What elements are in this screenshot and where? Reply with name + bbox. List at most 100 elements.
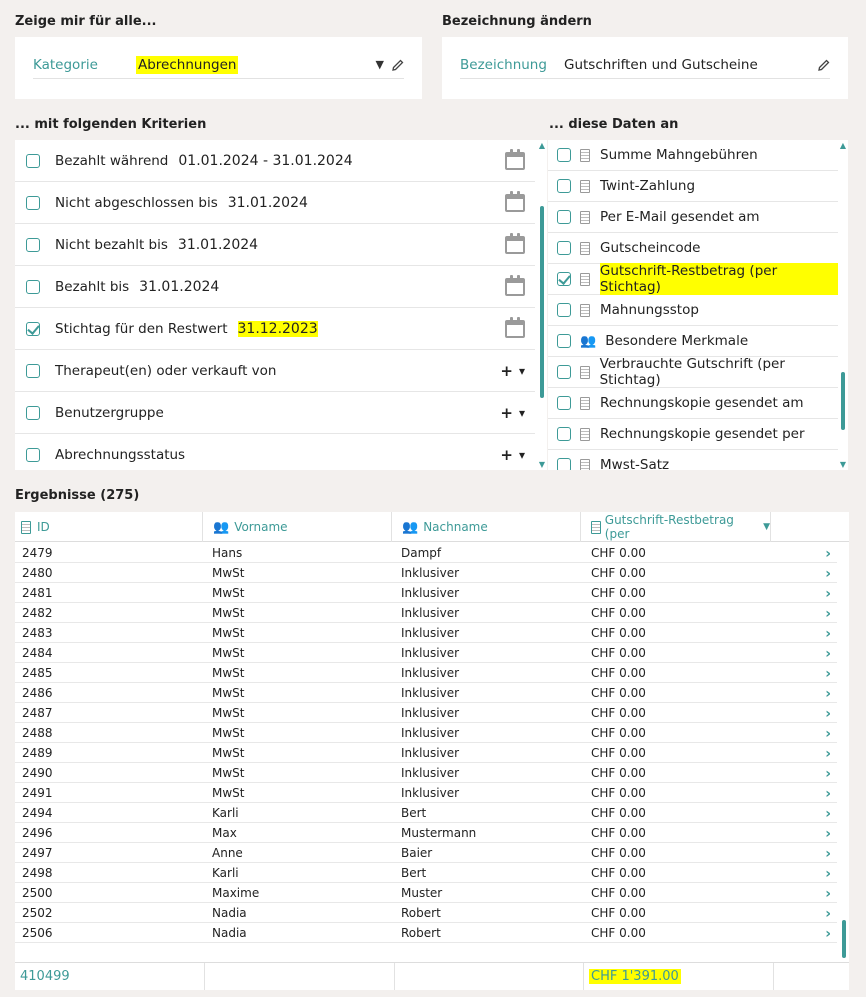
pencil-icon[interactable]	[818, 59, 830, 71]
table-row[interactable]: 2490 MwSt Inklusiver CHF 0.00 ›	[15, 763, 837, 783]
calendar-icon[interactable]	[505, 274, 525, 296]
criteria-checkbox[interactable]	[26, 279, 40, 294]
chevron-right-icon[interactable]: ›	[825, 606, 831, 622]
pencil-icon[interactable]	[392, 59, 404, 71]
criteria-date-value[interactable]: 31.01.2024	[139, 279, 219, 295]
data-field-row[interactable]: Summe Mahngebühren	[548, 140, 838, 171]
chevron-right-icon[interactable]: ›	[825, 546, 831, 562]
table-row[interactable]: 2489 MwSt Inklusiver CHF 0.00 ›	[15, 743, 837, 763]
chevron-right-icon[interactable]: ›	[825, 666, 831, 682]
table-row[interactable]: 2479 Hans Dampf CHF 0.00 ›	[15, 543, 837, 563]
data-field-checkbox[interactable]	[557, 272, 571, 286]
criteria-row[interactable]: Nicht abgeschlossen bis 31.01.2024	[15, 182, 535, 224]
criteria-checkbox[interactable]	[26, 363, 40, 378]
chevron-right-icon[interactable]: ›	[825, 906, 831, 922]
scroll-up-arrow[interactable]: ▲	[539, 141, 545, 150]
data-fields-list[interactable]: Summe Mahngebühren Twint-Zahlung Per E-Mai…	[548, 140, 848, 470]
criteria-checkbox[interactable]	[26, 237, 40, 252]
data-field-row[interactable]: Verbrauchte Gutschrift (per Stichtag)	[548, 356, 838, 388]
table-row[interactable]: 2484 MwSt Inklusiver CHF 0.00 ›	[15, 643, 837, 663]
chevron-right-icon[interactable]: ›	[825, 766, 831, 782]
chevron-right-icon[interactable]: ›	[825, 806, 831, 822]
dropdown-caret-icon[interactable]: ▾	[519, 448, 525, 462]
criteria-date-value[interactable]: 31.01.2024	[178, 237, 258, 253]
data-field-row[interactable]: Mwst-Satz	[548, 450, 838, 470]
column-header-vorname[interactable]: 👥 Vorname	[203, 512, 392, 542]
criteria-row[interactable]: Bezahlt während 01.01.2024 - 31.01.2024	[15, 140, 535, 182]
criteria-row[interactable]: Therapeut(en) oder verkauft von + ▾	[15, 350, 535, 392]
dropdown-caret-icon[interactable]: ▼	[376, 58, 384, 71]
criteria-row[interactable]: Stichtag für den Restwert 31.12.2023	[15, 308, 535, 350]
chevron-right-icon[interactable]: ›	[825, 706, 831, 722]
chevron-right-icon[interactable]: ›	[825, 726, 831, 742]
chevron-right-icon[interactable]: ›	[825, 786, 831, 802]
chevron-right-icon[interactable]: ›	[825, 646, 831, 662]
table-row[interactable]: 2500 Maxime Muster CHF 0.00 ›	[15, 883, 837, 903]
calendar-icon[interactable]	[505, 316, 525, 338]
table-row[interactable]: 2496 Max Mustermann CHF 0.00 ›	[15, 823, 837, 843]
sort-caret-icon[interactable]: ▼	[763, 522, 770, 532]
criteria-date-value[interactable]: 31.01.2024	[228, 195, 308, 211]
scroll-up-arrow[interactable]: ▲	[840, 141, 846, 150]
category-select[interactable]: Kategorie Abrechnungen ▼	[33, 51, 404, 79]
data-field-checkbox[interactable]	[557, 148, 571, 162]
criteria-date-value[interactable]: 01.01.2024 - 31.01.2024	[178, 153, 352, 169]
add-icon[interactable]: +	[500, 446, 513, 464]
data-field-row[interactable]: Mahnungsstop	[548, 295, 838, 326]
data-field-checkbox[interactable]	[557, 303, 571, 317]
criteria-scrollbar[interactable]	[540, 206, 544, 398]
data-field-row[interactable]: Rechnungskopie gesendet am	[548, 388, 838, 419]
chevron-right-icon[interactable]: ›	[825, 886, 831, 902]
criteria-row[interactable]: Abrechnungsstatus + ▾	[15, 434, 535, 470]
data-field-row[interactable]: Rechnungskopie gesendet per	[548, 419, 838, 450]
data-field-row[interactable]: Gutscheincode	[548, 233, 838, 264]
criteria-list[interactable]: Bezahlt während 01.01.2024 - 31.01.2024 Ni…	[15, 140, 547, 470]
table-row[interactable]: 2506 Nadia Robert CHF 0.00 ›	[15, 923, 837, 943]
chevron-right-icon[interactable]: ›	[825, 826, 831, 842]
calendar-icon[interactable]	[505, 148, 525, 170]
column-header-id[interactable]: ID	[15, 512, 203, 542]
data-field-checkbox[interactable]	[557, 241, 571, 255]
table-row[interactable]: 2502 Nadia Robert CHF 0.00 ›	[15, 903, 837, 923]
data-field-checkbox[interactable]	[557, 427, 571, 441]
data-field-checkbox[interactable]	[557, 396, 571, 410]
data-field-checkbox[interactable]	[557, 365, 571, 379]
data-field-checkbox[interactable]	[557, 334, 571, 348]
table-row[interactable]: 2488 MwSt Inklusiver CHF 0.00 ›	[15, 723, 837, 743]
chevron-right-icon[interactable]: ›	[825, 686, 831, 702]
data-field-checkbox[interactable]	[557, 458, 571, 470]
criteria-row[interactable]: Bezahlt bis 31.01.2024	[15, 266, 535, 308]
data-field-row[interactable]: Per E-Mail gesendet am	[548, 202, 838, 233]
table-row[interactable]: 2481 MwSt Inklusiver CHF 0.00 ›	[15, 583, 837, 603]
chevron-right-icon[interactable]: ›	[825, 626, 831, 642]
table-row[interactable]: 2486 MwSt Inklusiver CHF 0.00 ›	[15, 683, 837, 703]
chevron-right-icon[interactable]: ›	[825, 866, 831, 882]
results-scrollbar[interactable]	[842, 920, 846, 958]
chevron-right-icon[interactable]: ›	[825, 846, 831, 862]
table-row[interactable]: 2483 MwSt Inklusiver CHF 0.00 ›	[15, 623, 837, 643]
name-value[interactable]: Gutschriften und Gutscheine	[562, 56, 760, 74]
chevron-right-icon[interactable]: ›	[825, 926, 831, 942]
criteria-checkbox[interactable]	[26, 153, 40, 168]
column-header-nachname[interactable]: 👥 Nachname	[392, 512, 581, 542]
data-field-row[interactable]: Twint-Zahlung	[548, 171, 838, 202]
dropdown-caret-icon[interactable]: ▾	[519, 364, 525, 378]
table-row[interactable]: 2491 MwSt Inklusiver CHF 0.00 ›	[15, 783, 837, 803]
table-row[interactable]: 2497 Anne Baier CHF 0.00 ›	[15, 843, 837, 863]
category-value[interactable]: Abrechnungen	[136, 55, 239, 74]
table-row[interactable]: 2482 MwSt Inklusiver CHF 0.00 ›	[15, 603, 837, 623]
criteria-checkbox[interactable]	[26, 405, 40, 420]
data-field-checkbox[interactable]	[557, 179, 571, 193]
criteria-date-value[interactable]: 31.12.2023	[237, 320, 318, 337]
data-field-row[interactable]: Gutschrift-Restbetrag (per Stichtag)	[548, 263, 838, 295]
data-fields-scrollbar[interactable]	[841, 372, 845, 430]
table-row[interactable]: 2498 Karli Bert CHF 0.00 ›	[15, 863, 837, 883]
column-header-restbetrag[interactable]: Gutschrift-Restbetrag (per ▼	[581, 512, 771, 542]
criteria-row[interactable]: Benutzergruppe + ▾	[15, 392, 535, 434]
calendar-icon[interactable]	[505, 232, 525, 254]
table-row[interactable]: 2494 Karli Bert CHF 0.00 ›	[15, 803, 837, 823]
chevron-right-icon[interactable]: ›	[825, 566, 831, 582]
table-row[interactable]: 2480 MwSt Inklusiver CHF 0.00 ›	[15, 563, 837, 583]
data-field-checkbox[interactable]	[557, 210, 571, 224]
chevron-right-icon[interactable]: ›	[825, 746, 831, 762]
